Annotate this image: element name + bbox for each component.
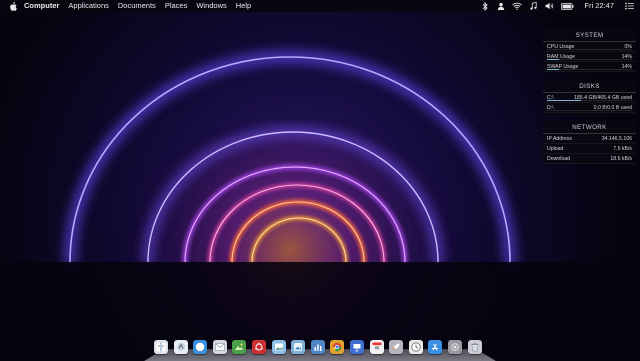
- app-store-icon[interactable]: [428, 340, 443, 354]
- mail-icon[interactable]: [212, 340, 227, 354]
- calendar-icon[interactable]: [369, 340, 384, 354]
- system-monitor-widget: SYSTEM CPU Usage 0% RAM Usage 14% SWAP U…: [543, 29, 636, 73]
- disk-d-row: D:\ 0.0 B/0.0 B used: [543, 103, 636, 113]
- network-widget: NETWORK IP Address 34.146.5.106 Upload 7…: [543, 121, 636, 165]
- image-viewer-icon[interactable]: [291, 340, 306, 354]
- keynote-icon[interactable]: [349, 340, 364, 354]
- dock-icons: [154, 340, 487, 354]
- disk-c-bar-fill: [547, 100, 581, 101]
- download-row: Download 18.6 kB/s: [543, 154, 636, 164]
- user-icon[interactable]: [496, 1, 506, 11]
- ram-usage-bar-fill: [547, 59, 559, 60]
- settings-icon[interactable]: [447, 340, 462, 354]
- menu-documents[interactable]: Documents: [118, 0, 156, 12]
- list-menu-icon[interactable]: [624, 1, 634, 11]
- menu-applications[interactable]: Applications: [68, 0, 108, 12]
- clock-icon[interactable]: [408, 340, 423, 354]
- cpu-usage-row: CPU Usage 0%: [543, 42, 636, 52]
- trash-icon[interactable]: [467, 340, 482, 354]
- disks-section-title: DISKS: [543, 80, 636, 93]
- menu-clock[interactable]: Fri 22:47: [584, 0, 614, 12]
- download-label: Download: [547, 155, 571, 162]
- disk-c-row: C:\ 185.4 GB/465.4 GB used: [543, 93, 636, 103]
- menu-app-name[interactable]: Computer: [24, 0, 59, 12]
- menu-places[interactable]: Places: [165, 0, 188, 12]
- dock: [144, 340, 496, 361]
- apple-menu-icon[interactable]: [8, 1, 18, 11]
- disks-widget: DISKS C:\ 185.4 GB/465.4 GB used D:\ 0.0…: [543, 80, 636, 116]
- cpu-usage-bar: [547, 49, 632, 50]
- menu-help[interactable]: Help: [236, 0, 251, 12]
- rocket-icon[interactable]: [389, 340, 404, 354]
- battery-icon[interactable]: [560, 1, 574, 11]
- ram-usage-row: RAM Usage 14%: [543, 52, 636, 62]
- ubuntu-icon[interactable]: [251, 340, 266, 354]
- safari-icon[interactable]: [193, 340, 208, 354]
- swap-usage-bar-fill: [547, 69, 559, 70]
- finder-icon[interactable]: [154, 340, 168, 354]
- upload-label: Upload: [547, 145, 564, 152]
- swap-usage-row: SWAP Usage 14%: [543, 62, 636, 72]
- menu-windows[interactable]: Windows: [196, 0, 226, 12]
- system-section-title: SYSTEM: [543, 29, 636, 42]
- disk-d-bar: [547, 110, 632, 111]
- disk-c-bar: [547, 100, 632, 101]
- bluetooth-icon[interactable]: [480, 1, 490, 11]
- volume-icon[interactable]: [544, 1, 554, 11]
- swap-usage-bar: [547, 69, 632, 70]
- upload-value: 7.5 kB/s: [613, 145, 632, 152]
- ip-address-row: IP Address 34.146.5.106: [543, 134, 636, 144]
- ip-address-label: IP Address: [547, 135, 572, 142]
- ram-usage-bar: [547, 59, 632, 60]
- wifi-icon[interactable]: [512, 1, 523, 11]
- network-section-title: NETWORK: [543, 121, 636, 134]
- upload-row: Upload 7.5 kB/s: [543, 144, 636, 154]
- download-value: 18.6 kB/s: [610, 155, 632, 162]
- music-icon[interactable]: [528, 1, 538, 11]
- photos-icon[interactable]: [232, 340, 247, 354]
- system-monitor-icon[interactable]: [310, 340, 325, 354]
- menu-bar: Computer Applications Documents Places W…: [0, 0, 640, 12]
- ip-address-value: 34.146.5.106: [601, 135, 632, 142]
- chrome-icon[interactable]: [330, 340, 345, 354]
- launchpad-icon[interactable]: [173, 340, 188, 354]
- preview-icon[interactable]: [271, 340, 286, 354]
